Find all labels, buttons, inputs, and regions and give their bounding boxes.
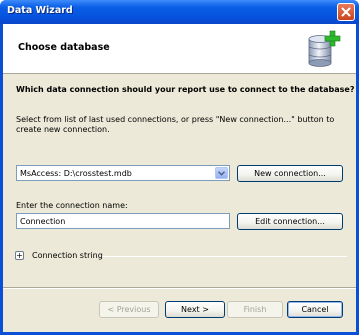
- connection-name-input[interactable]: [17, 214, 229, 228]
- connection-name-field[interactable]: [16, 213, 230, 229]
- question-text: Which data connection should your report…: [16, 85, 355, 94]
- window-title: Data Wizard: [7, 5, 73, 16]
- page-title: Choose database: [18, 42, 110, 53]
- title-bar[interactable]: Data Wizard: [0, 0, 359, 24]
- footer-divider: [3, 287, 356, 289]
- connection-string-section: + Connection string: [15, 250, 347, 262]
- close-button[interactable]: [337, 3, 355, 21]
- chevron-down-icon: [218, 170, 225, 176]
- cancel-button[interactable]: Cancel: [287, 301, 343, 318]
- finish-button[interactable]: Finish: [227, 301, 283, 318]
- instructions-text: Select from list of last used connection…: [16, 115, 335, 134]
- database-add-icon: [308, 30, 341, 67]
- next-button[interactable]: Next >: [165, 301, 225, 318]
- new-connection-button[interactable]: New connection...: [237, 165, 343, 182]
- dropdown-button[interactable]: [215, 167, 228, 179]
- connection-select[interactable]: MsAccess: D:\crosstest.mdb: [16, 165, 230, 181]
- connection-select-value: MsAccess: D:\crosstest.mdb: [20, 169, 132, 178]
- dialog-window: Data Wizard Choose database Which data c…: [0, 0, 359, 335]
- connection-name-label: Enter the connection name:: [16, 201, 128, 210]
- connection-string-label[interactable]: Connection string: [32, 251, 103, 260]
- section-divider: [102, 256, 347, 257]
- plus-icon[interactable]: +: [15, 251, 24, 260]
- previous-button[interactable]: < Previous: [99, 301, 159, 318]
- wizard-header: Choose database: [3, 24, 356, 74]
- edit-connection-button[interactable]: Edit connection...: [237, 213, 343, 230]
- dialog-client-area: Choose database Which data connection sh…: [3, 24, 356, 332]
- close-icon: [341, 7, 351, 17]
